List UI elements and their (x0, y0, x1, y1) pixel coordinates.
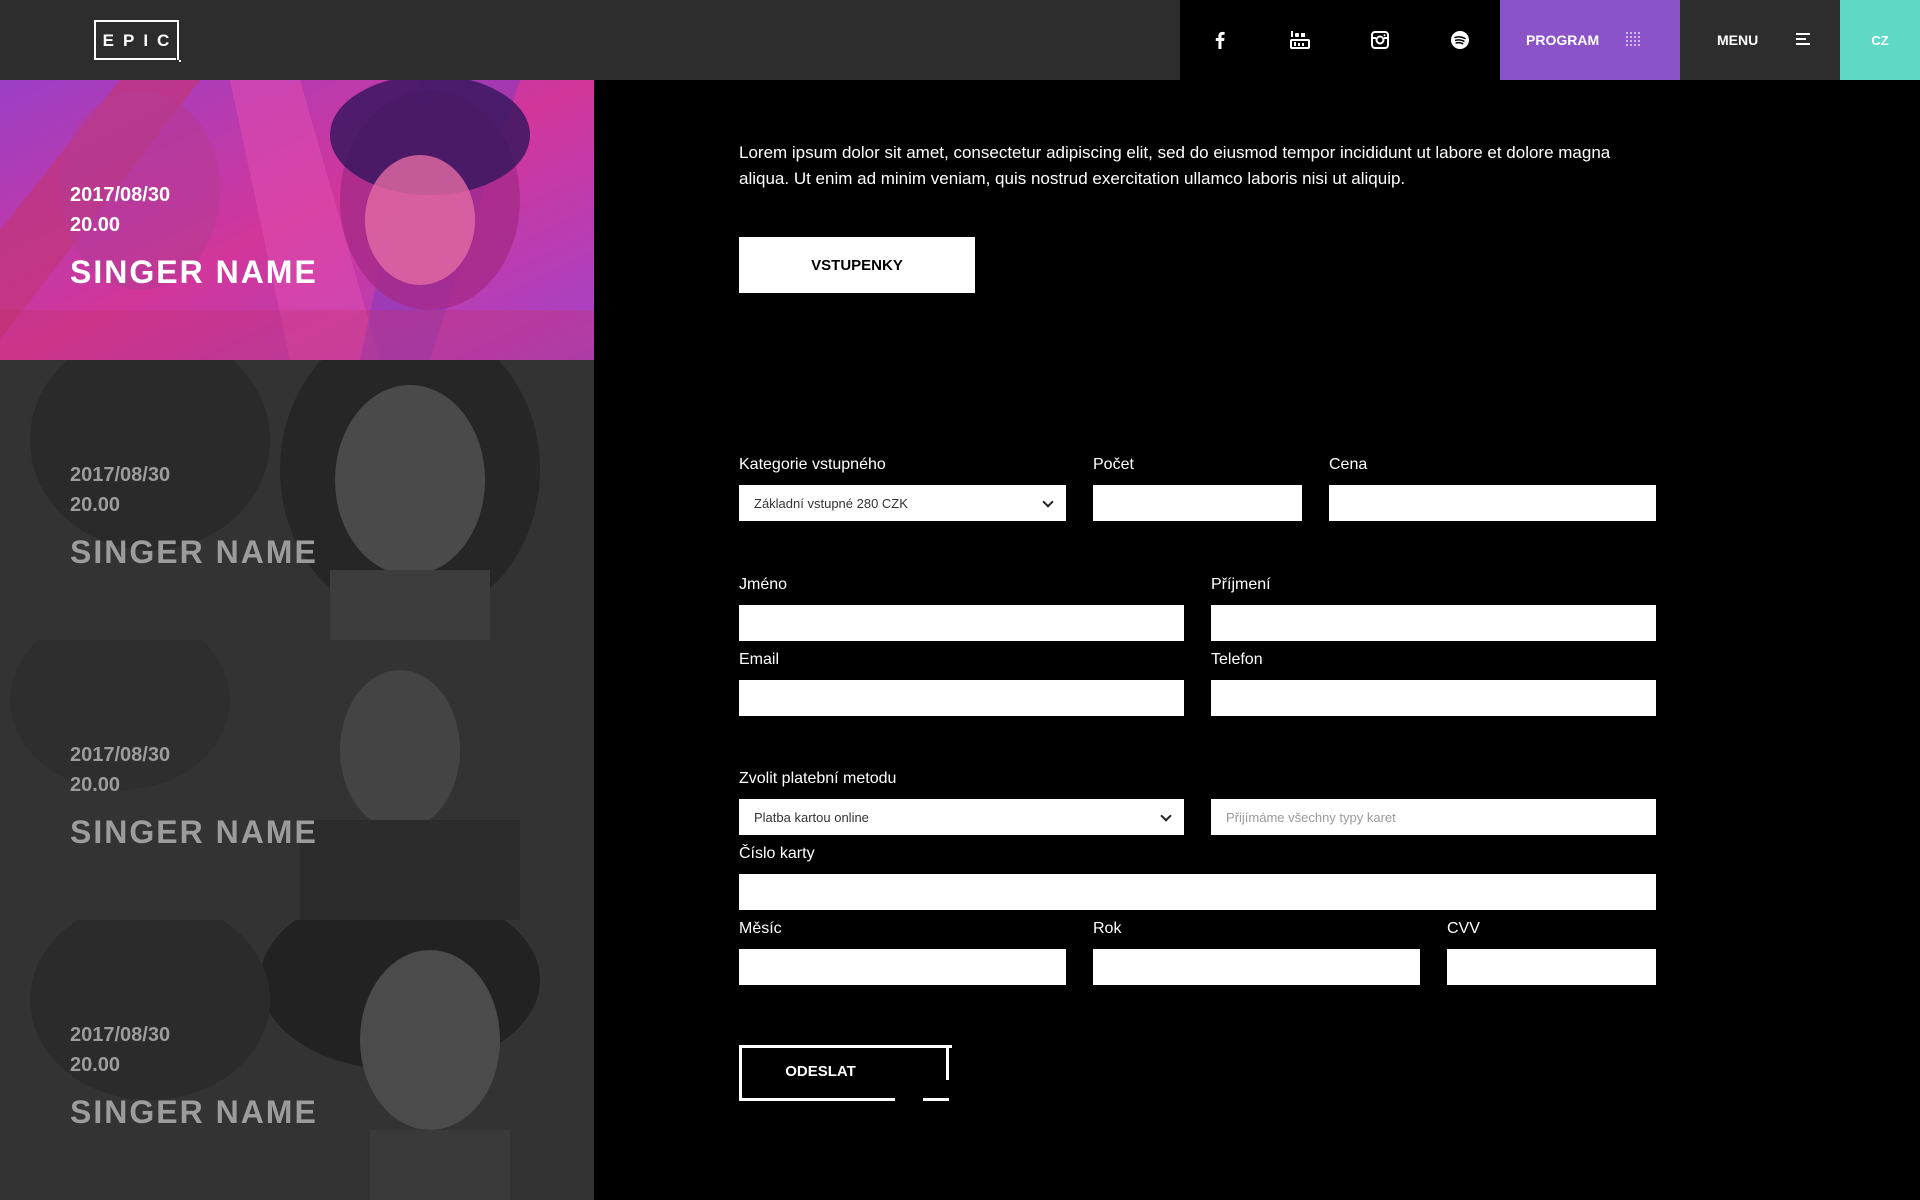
submit-label: ODESLAT (785, 1063, 856, 1080)
logo[interactable]: EPIC (94, 20, 181, 62)
payment-select[interactable]: Platba kartou online (739, 799, 1184, 835)
event-date: 2017/08/30 (70, 1024, 171, 1046)
event-card[interactable]: 2017/08/30 20.00 SINGER NAME (0, 640, 594, 920)
youtube-icon (1290, 31, 1310, 49)
event-name: SINGER NAME (70, 1094, 318, 1130)
top-header: EPIC PROGRAM MENU CZ (0, 0, 1920, 80)
month-input[interactable] (739, 949, 1066, 985)
instagram-link[interactable] (1340, 0, 1420, 80)
payment-value: Platba kartou online (754, 809, 869, 825)
tickets-button[interactable]: VSTUPENKY (739, 237, 975, 293)
event-card[interactable]: 2017/08/30 20.00 SINGER NAME (0, 80, 594, 360)
email-input[interactable] (739, 680, 1184, 716)
event-card[interactable]: 2017/08/30 20.00 SINGER NAME (0, 920, 594, 1200)
submit-button[interactable]: ODESLAT (739, 1045, 952, 1101)
card-types-field[interactable]: Přijímáme všechny typy karet (1211, 799, 1656, 835)
logo-text: EPIC (102, 31, 179, 50)
cvv-label: CVV (1447, 920, 1480, 937)
main-content: Lorem ipsum dolor sit amet, consectetur … (594, 80, 1920, 1200)
price-input[interactable] (1329, 485, 1656, 521)
event-name: SINGER NAME (70, 534, 318, 570)
event-time: 20.00 (70, 494, 121, 516)
email-label: Email (739, 651, 780, 668)
event-date: 2017/08/30 (70, 184, 171, 206)
event-description: Lorem ipsum dolor sit amet, consectetur … (739, 143, 1611, 188)
social-links (1180, 0, 1500, 80)
cvv-input[interactable] (1447, 949, 1656, 985)
event-card[interactable]: 2017/08/30 20.00 SINGER NAME (0, 360, 594, 640)
card-types-placeholder: Přijímáme všechny typy karet (1226, 809, 1396, 825)
event-info: 2017/08/30 20.00 SINGER NAME (70, 1020, 318, 1131)
event-time: 20.00 (70, 214, 121, 236)
menu-label: MENU (1717, 32, 1759, 48)
event-info: 2017/08/30 20.00 SINGER NAME (70, 460, 318, 571)
event-info: 2017/08/30 20.00 SINGER NAME (70, 740, 318, 851)
category-select[interactable]: Základní vstupné 280 CZK (739, 485, 1066, 521)
program-label: PROGRAM (1526, 32, 1600, 48)
program-button[interactable]: PROGRAM (1500, 0, 1680, 80)
language-button[interactable]: CZ (1840, 0, 1920, 80)
card-number-input[interactable] (739, 874, 1656, 910)
year-input[interactable] (1093, 949, 1420, 985)
event-name: SINGER NAME (70, 254, 318, 290)
first-name-input[interactable] (739, 605, 1184, 641)
price-label: Cena (1329, 456, 1368, 473)
event-date: 2017/08/30 (70, 464, 171, 486)
menu-button[interactable]: MENU (1680, 0, 1840, 80)
category-label: Kategorie vstupného (739, 456, 886, 473)
event-name: SINGER NAME (70, 814, 318, 850)
first-name-label: Jméno (739, 576, 788, 593)
last-name-label: Příjmení (1211, 576, 1271, 593)
spotify-icon (1451, 31, 1469, 49)
grid-dots-icon (1626, 32, 1642, 48)
chevron-down-icon (1160, 810, 1172, 822)
event-date: 2017/08/30 (70, 744, 171, 766)
phone-input[interactable] (1211, 680, 1656, 716)
youtube-link[interactable] (1260, 0, 1340, 80)
event-info: 2017/08/30 20.00 SINGER NAME (70, 180, 318, 291)
count-input[interactable] (1093, 485, 1302, 521)
facebook-link[interactable] (1180, 0, 1260, 80)
phone-label: Telefon (1211, 651, 1263, 668)
language-label: CZ (1871, 32, 1889, 48)
category-value: Základní vstupné 280 CZK (754, 495, 908, 511)
month-label: Měsíc (739, 920, 782, 937)
facebook-icon (1215, 31, 1225, 49)
event-time: 20.00 (70, 774, 121, 796)
year-label: Rok (1093, 920, 1122, 937)
instagram-icon (1371, 31, 1389, 49)
event-time: 20.00 (70, 1054, 121, 1076)
event-list: 2017/08/30 20.00 SINGER NAME 2017/08/30 … (0, 80, 594, 1200)
last-name-input[interactable] (1211, 605, 1656, 641)
chevron-down-icon (1042, 496, 1054, 508)
hamburger-icon (1796, 33, 1810, 47)
payment-label: Zvolit platební metodu (739, 770, 897, 787)
spotify-link[interactable] (1420, 0, 1500, 80)
card-number-label: Číslo karty (739, 845, 815, 862)
count-label: Počet (1093, 456, 1134, 473)
